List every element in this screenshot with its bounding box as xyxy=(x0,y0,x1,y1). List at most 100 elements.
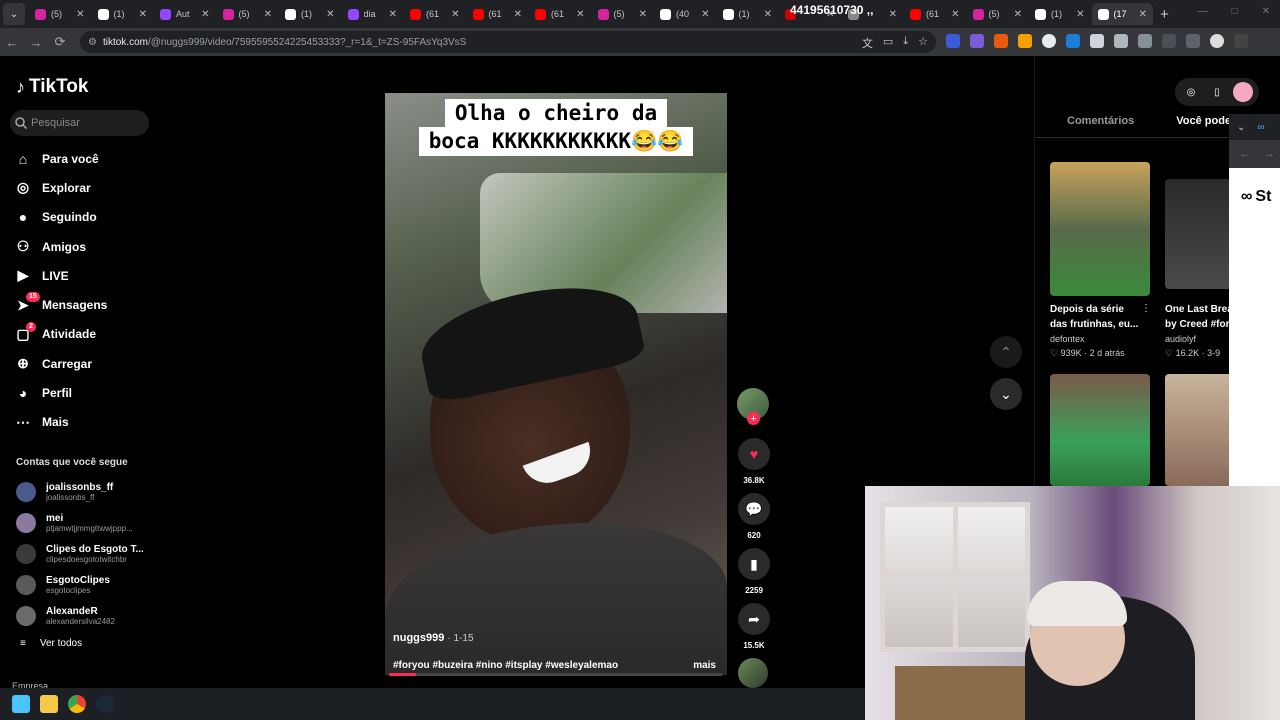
nav-item[interactable]: ⊕ Carregar xyxy=(14,349,154,378)
back-icon[interactable]: ← xyxy=(0,35,24,50)
creator-avatar[interactable]: + xyxy=(737,388,769,425)
nav-item[interactable]: ⌂ Para você xyxy=(14,144,154,173)
suggested-video-author[interactable]: audiolyf xyxy=(1165,334,1196,344)
extension-diamond-icon[interactable] xyxy=(1090,34,1104,48)
close-tab-icon[interactable]: ✕ xyxy=(1014,9,1022,20)
nav-item[interactable]: ◕ Perfil xyxy=(14,378,154,407)
maximize-icon[interactable]: □ xyxy=(1232,6,1238,17)
browser-tab[interactable]: (1) ✕ xyxy=(279,3,341,25)
more-options-icon[interactable]: ⋮ xyxy=(1141,303,1151,314)
video-hashtags[interactable]: #foryou #buzeira #nino #itsplay #wesleya… xyxy=(393,660,618,671)
close-tab-icon[interactable]: ✕ xyxy=(514,9,522,20)
browser-tab[interactable]: Aut ✕ xyxy=(154,3,216,25)
reload-icon[interactable]: ⟳ xyxy=(48,34,72,50)
save-action[interactable]: ▮ 2259 xyxy=(737,548,771,595)
browser-tab[interactable]: (1) ✕ xyxy=(1029,3,1091,25)
nav-item[interactable]: ▢ 2 Atividade xyxy=(14,320,154,349)
chrome-icon[interactable] xyxy=(68,695,86,713)
tab-search-dropdown-icon[interactable]: ⌄ xyxy=(3,3,25,25)
close-tab-icon[interactable]: ✕ xyxy=(326,9,334,20)
back-icon[interactable]: ← xyxy=(1239,148,1250,160)
close-window-icon[interactable]: ✕ xyxy=(1262,6,1270,17)
menu-lines-icon[interactable] xyxy=(1186,34,1200,48)
suggested-video-title[interactable]: One Last Brea by Creed #for xyxy=(1165,302,1235,332)
browser-tab[interactable]: (5) ✕ xyxy=(217,3,279,25)
close-tab-icon[interactable]: ✕ xyxy=(639,9,647,20)
nav-item[interactable]: ⚇ Amigos xyxy=(14,232,154,261)
close-tab-icon[interactable]: ✕ xyxy=(451,9,459,20)
windows-start-icon[interactable] xyxy=(12,695,30,713)
extension-wave-icon[interactable] xyxy=(1066,34,1080,48)
see-all-link[interactable]: ≡ Ver todos xyxy=(20,638,82,649)
chevron-down-icon[interactable]: ⌄ xyxy=(990,378,1022,410)
chevron-up-icon[interactable]: ⌃ xyxy=(990,336,1022,368)
close-tab-icon[interactable]: ✕ xyxy=(264,9,272,20)
translate-icon[interactable]: 文 xyxy=(862,35,873,51)
forward-icon[interactable]: → xyxy=(24,35,48,50)
browser-tab[interactable]: (17 ✕ xyxy=(1091,3,1153,25)
following-account[interactable]: Clipes do Esgoto T... clipesdoesgototwitc… xyxy=(16,538,156,569)
download-icon[interactable]: ⤓ xyxy=(903,35,908,51)
video-player[interactable]: Olha o cheiro da boca KKKKKKKKKKK😂😂 nugg… xyxy=(385,93,727,675)
nav-item[interactable]: ⋯ Mais xyxy=(14,408,154,437)
bookmark-icon[interactable]: ▮ xyxy=(738,548,770,580)
site-info-icon[interactable]: ⚙ xyxy=(88,37,97,48)
like-action[interactable]: ♥ 36.8K xyxy=(737,438,771,485)
steam-icon[interactable] xyxy=(96,695,114,713)
address-bar[interactable]: ⚙ tiktok.com /@nuggs999/video/7595595524… xyxy=(80,31,936,53)
nav-item[interactable]: ➤ 15 Mensagens xyxy=(14,290,154,319)
chrome-menu-icon[interactable] xyxy=(1234,34,1248,48)
following-account[interactable]: joalissonbs_ff joalissonbs_ff xyxy=(16,476,156,507)
extension-purple-icon[interactable] xyxy=(970,34,984,48)
media-icon[interactable] xyxy=(1162,34,1176,48)
device-icon[interactable]: ▯ xyxy=(1207,82,1227,102)
close-tab-icon[interactable]: ✕ xyxy=(889,9,897,20)
tiktok-logo[interactable]: ♪ TikTok xyxy=(16,76,88,98)
suggested-video-author[interactable]: defontex xyxy=(1050,334,1085,344)
close-tab-icon[interactable]: ✕ xyxy=(76,9,84,20)
following-account[interactable]: EsgotoClipes esgotoclipes xyxy=(16,569,156,600)
tab-comments[interactable]: Comentários xyxy=(1067,115,1134,127)
extension-white-icon[interactable] xyxy=(1042,34,1056,48)
cast-icon[interactable]: ▭ xyxy=(883,35,893,51)
extension-blue-icon[interactable] xyxy=(946,34,960,48)
more-button[interactable]: mais xyxy=(693,660,716,671)
close-tab-icon[interactable]: ✕ xyxy=(1139,9,1147,20)
browser-tab[interactable]: (61 ✕ xyxy=(467,3,529,25)
close-tab-icon[interactable]: ✕ xyxy=(701,9,709,20)
close-tab-icon[interactable]: ✕ xyxy=(951,9,959,20)
close-tab-icon[interactable]: ✕ xyxy=(1076,9,1084,20)
browser-tab[interactable]: (1) ✕ xyxy=(92,3,154,25)
search-input[interactable] xyxy=(31,117,141,129)
forward-icon[interactable]: → xyxy=(1264,148,1275,160)
browser-tab[interactable]: (40 ✕ xyxy=(654,3,716,25)
extension-orange-icon[interactable] xyxy=(994,34,1008,48)
heart-icon[interactable]: ♥ xyxy=(738,438,770,470)
chevron-down-icon[interactable]: ⌄ xyxy=(1237,122,1245,133)
following-account[interactable]: AlexandeR alexandersilva2482 xyxy=(16,600,156,631)
nav-item[interactable]: ◎ Explorar xyxy=(14,173,154,202)
video-author[interactable]: nuggs999 · 1-15 xyxy=(393,632,474,644)
minimize-icon[interactable]: — xyxy=(1198,6,1208,17)
close-tab-icon[interactable]: ✕ xyxy=(764,9,772,20)
browser-tab[interactable]: (5) ✕ xyxy=(967,3,1029,25)
close-tab-icon[interactable]: ✕ xyxy=(201,9,209,20)
browser-tab[interactable]: (5) ✕ xyxy=(29,3,91,25)
close-tab-icon[interactable]: ✕ xyxy=(139,9,147,20)
comment-action[interactable]: 💬 620 xyxy=(737,493,771,540)
follow-plus-icon[interactable]: + xyxy=(747,412,760,425)
share-action[interactable]: ➦ 15.5K xyxy=(737,603,771,650)
suggested-video-thumb[interactable] xyxy=(1050,374,1150,486)
profile-avatar-icon[interactable] xyxy=(1210,34,1224,48)
nav-item[interactable]: ● Seguindo xyxy=(14,203,154,232)
compass-small-icon[interactable]: ◎ xyxy=(1181,82,1201,102)
browser-tab[interactable]: (1) ✕ xyxy=(717,3,779,25)
suggested-video-title[interactable]: Depois da série das frutinhas, eu... xyxy=(1050,302,1145,332)
extension-box-icon[interactable] xyxy=(1114,34,1128,48)
extensions-puzzle-icon[interactable] xyxy=(1138,34,1152,48)
following-account[interactable]: mei ptjamwtjjmmgttwwjppp... xyxy=(16,507,156,538)
browser-tab[interactable]: dia ✕ xyxy=(342,3,404,25)
user-avatar[interactable] xyxy=(1233,82,1253,102)
new-tab-button[interactable]: + xyxy=(1160,6,1169,23)
browser-tab[interactable]: (5) ✕ xyxy=(592,3,654,25)
